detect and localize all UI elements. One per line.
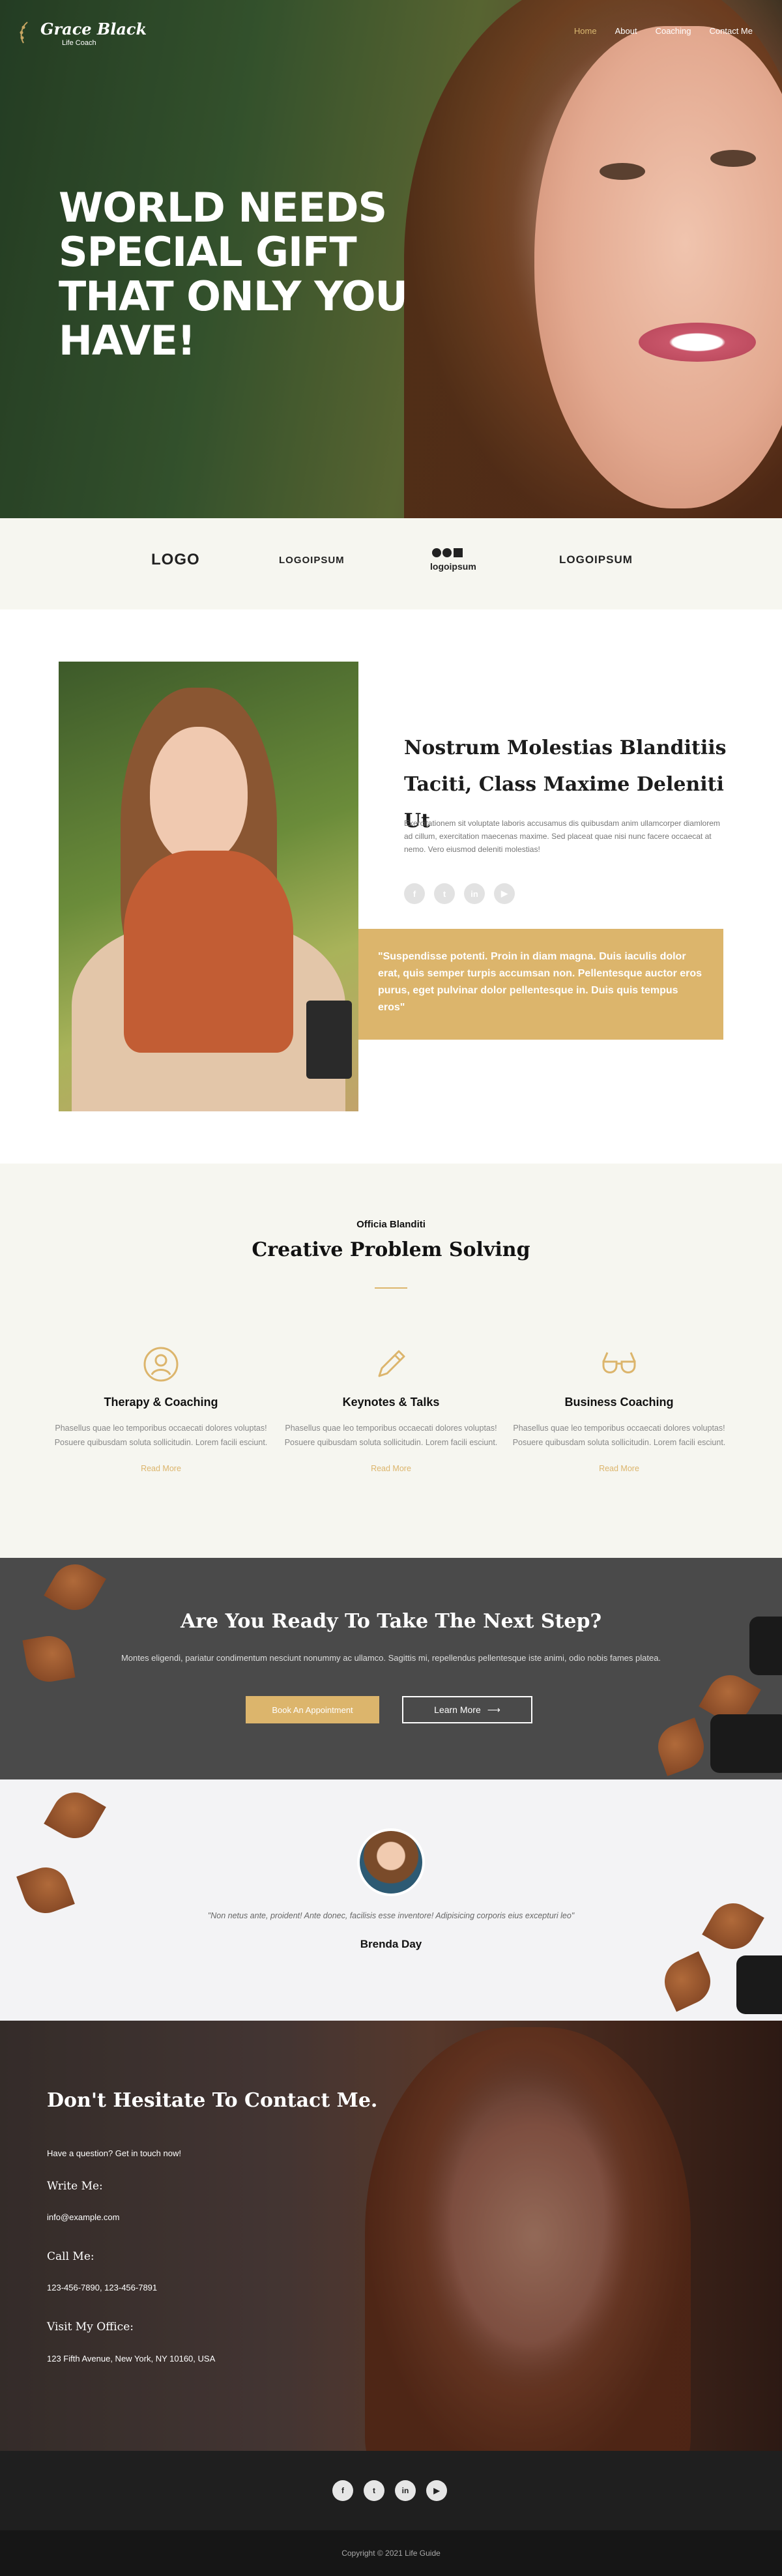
service-title: Business Coaching [564,1396,674,1409]
client-logos: LOGO LOGOIPSUM logoipsum LOGOIPSUM [0,518,782,609]
linkedin-icon[interactable]: in [395,2480,416,2501]
service-text: Phasellus quae leo temporibus occaecati … [54,1424,268,1447]
cta-section: Are You Ready To Take The Next Step? Mon… [0,1558,782,1779]
pencil-icon [373,1346,409,1383]
contact-subtitle: Have a question? Get in touch now! [47,2148,181,2158]
arrow-right-icon: ⟶ [487,1704,500,1715]
twitter-icon[interactable]: t [364,2480,384,2501]
hero-section: Grace Black Life Coach Home About Coachi… [0,0,782,518]
office-label: Visit My Office: [47,2320,134,2334]
service-card: Therapy & Coaching Phasellus quae leo te… [53,1346,268,1473]
about-portrait-image [59,662,358,1111]
write-label: Write Me: [47,2180,103,2193]
brand-name[interactable]: Grace Black [40,20,147,38]
highlight-quote: "Suspendisse potenti. Proin in diam magn… [358,929,723,1040]
learn-more-label: Learn More [434,1705,481,1715]
wreath-logo-icon [18,20,40,46]
leaf-decoration [657,1951,718,2012]
nav-item-coaching[interactable]: Coaching [656,26,691,36]
contact-email[interactable]: info@example.com [47,2212,119,2222]
facebook-icon[interactable]: f [332,2480,353,2501]
contact-background-image [365,2027,691,2451]
twitter-icon[interactable]: t [434,883,455,904]
footer: f t in ▶ Copyright © 2021 Life Guide [0,2451,782,2576]
testimonial-author: Brenda Day [360,1938,422,1950]
testimonial-quote: "Non netus ante, proident! Ante donec, f… [207,1911,575,1920]
read-more-link[interactable]: Read More [283,1464,499,1473]
copyright: Copyright © 2021 Life Guide [341,2549,441,2558]
youtube-icon[interactable]: ▶ [494,883,515,904]
service-text: Phasellus quae leo temporibus occaecati … [512,1424,726,1447]
youtube-icon[interactable]: ▶ [426,2480,447,2501]
service-title: Therapy & Coaching [104,1396,218,1409]
quote-text: "Suspendisse potenti. Proin in diam magn… [378,951,702,1013]
nav-item-contact[interactable]: Contact Me [710,26,753,36]
contact-phone[interactable]: 123-456-7890, 123-456-7891 [47,2283,157,2292]
hero-eye [710,150,756,167]
services-title: Creative Problem Solving [252,1238,530,1261]
learn-more-button[interactable]: Learn More ⟶ [402,1696,532,1723]
leaf-decoration [652,1718,710,1776]
client-logo-2: LOGOIPSUM [279,555,345,566]
hero-eye [600,163,645,180]
service-card: Business Coaching Phasellus quae leo tem… [512,1346,727,1473]
footer-socials: f t in ▶ [332,2480,447,2501]
hero-smile [639,323,756,362]
contact-title: Don't Hesitate To Contact Me. [47,2089,378,2112]
leaf-decoration [44,1558,106,1618]
call-label: Call Me: [47,2250,94,2263]
linkedin-icon[interactable]: in [464,883,485,904]
cta-title: Are You Ready To Take The Next Step? [180,1610,602,1633]
about-socials: f t in ▶ [404,883,515,904]
client-logo-3: logoipsum [430,561,476,572]
service-text: Phasellus quae leo temporibus occaecati … [284,1424,498,1447]
top-nav: Grace Black Life Coach Home About Coachi… [0,0,782,65]
divider [375,1287,407,1289]
services-section: Officia Blanditi Creative Problem Solvin… [0,1164,782,1558]
nav-item-about[interactable]: About [615,26,637,36]
nav-item-home[interactable]: Home [574,26,597,36]
brand-tagline: Life Coach [62,39,96,47]
facebook-icon[interactable]: f [404,883,425,904]
leaf-decoration [44,1784,106,1847]
services-kicker: Officia Blanditi [356,1219,426,1230]
client-logo-1: LOGO [151,551,200,568]
read-more-link[interactable]: Read More [512,1464,727,1473]
user-icon [143,1346,179,1383]
book-appointment-button[interactable]: Book An Appointment [246,1696,379,1723]
read-more-link[interactable]: Read More [53,1464,268,1473]
avatar [357,1828,425,1896]
glasses-icon [601,1346,637,1383]
service-title: Keynotes & Talks [342,1396,440,1409]
about-section: Nostrum Molestias Blanditiis Taciti, Cla… [0,609,782,1164]
service-card: Keynotes & Talks Phasellus quae leo temp… [283,1346,499,1473]
main-menu: Home About Coaching Contact Me [574,26,753,36]
hero-title: WORLD NEEDS SPECIAL GIFT THAT ONLY YOU H… [59,184,408,364]
footer-bottom-bar: Copyright © 2021 Life Guide [0,2530,782,2576]
contact-section: Don't Hesitate To Contact Me. Have a que… [0,2021,782,2451]
client-logo-4: LOGOIPSUM [559,553,633,566]
testimonial-section: "Non netus ante, proident! Ante donec, f… [0,1779,782,2021]
camera-decoration [710,1714,782,1773]
cta-text: Montes eligendi, pariatur condimentum ne… [121,1653,661,1663]
contact-address: 123 Fifth Avenue, New York, NY 10160, US… [47,2354,216,2364]
camera-decoration [736,1955,782,2014]
about-text: Exercitationem sit voluptate laboris acc… [404,819,720,854]
